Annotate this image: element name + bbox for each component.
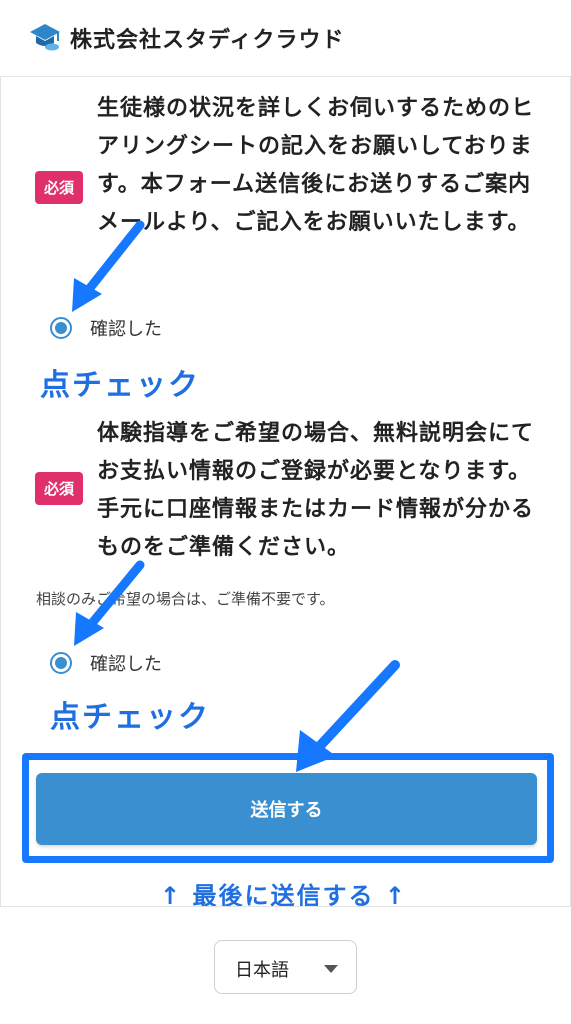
radio-button[interactable] xyxy=(50,652,72,674)
footer-divider xyxy=(0,906,571,907)
language-select[interactable]: 日本語 xyxy=(214,940,357,994)
chevron-down-icon xyxy=(324,965,338,973)
question-note: 相談のみご希望の場合は、ご準備不要です。 xyxy=(36,590,335,608)
radio-label: 確認した xyxy=(90,319,162,340)
left-border xyxy=(0,76,1,906)
check-annotation: 点チェック xyxy=(50,700,210,735)
radio-selected-dot xyxy=(55,657,67,669)
form-page: 株式会社スタディクラウド 必須 生徒様の状況を詳しくお伺いするためのヒアリングシ… xyxy=(0,0,571,1024)
header: 株式会社スタディクラウド xyxy=(0,0,571,77)
check-annotation: 点チェック xyxy=(40,368,200,403)
radio-selected-dot xyxy=(55,322,67,334)
language-value: 日本語 xyxy=(235,960,289,981)
confirm-radio-option[interactable]: 確認した xyxy=(50,315,162,341)
company-name: 株式会社スタディクラウド xyxy=(70,28,345,53)
radio-label: 確認した xyxy=(90,654,162,675)
question-text: 体験指導をご希望の場合、無料説明会にてお支払い情報のご登録が必要となります。手元… xyxy=(97,421,535,560)
confirm-radio-option[interactable]: 確認した xyxy=(50,650,162,676)
required-badge: 必須 xyxy=(35,171,83,204)
graduation-cap-cloud-icon xyxy=(30,24,60,51)
submit-button[interactable]: 送信する xyxy=(36,773,537,845)
question-text: 生徒様の状況を詳しくお伺いするためのヒアリングシートの記入をお願いしております。… xyxy=(97,96,535,235)
required-badge: 必須 xyxy=(35,472,83,505)
radio-button[interactable] xyxy=(50,317,72,339)
